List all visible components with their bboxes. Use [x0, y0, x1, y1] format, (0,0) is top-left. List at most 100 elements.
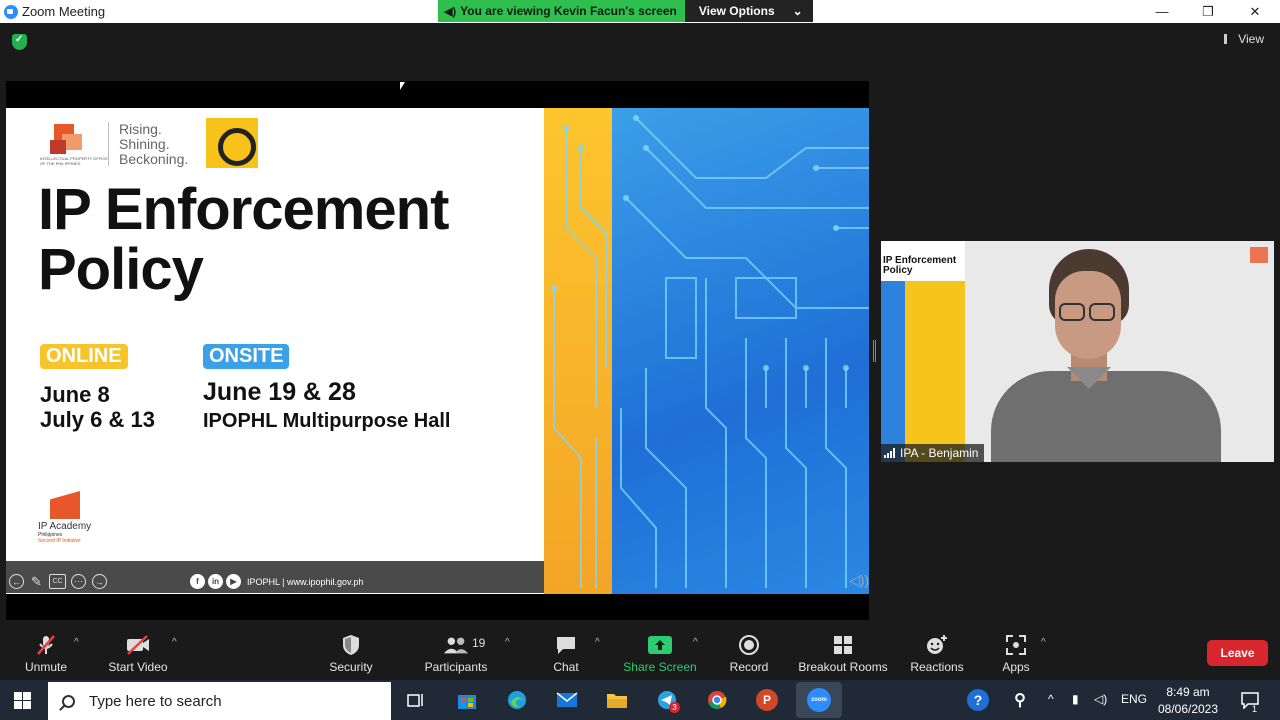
minimize-button[interactable]: —: [1139, 0, 1185, 23]
share-screen-label: Share Screen: [623, 660, 697, 674]
share-screen-button[interactable]: Share Screen: [620, 625, 700, 680]
more-options-icon[interactable]: ⋯: [71, 574, 86, 589]
share-options-caret-icon[interactable]: ^: [693, 637, 698, 648]
share-banner: ◀) You are viewing Kevin Facun's screen …: [438, 0, 813, 22]
chrome-icon[interactable]: [703, 686, 731, 714]
pen-icon[interactable]: ✎: [29, 574, 44, 589]
microsoft-store-icon[interactable]: [453, 686, 481, 714]
view-button-label: View: [1238, 32, 1264, 46]
zoom-taskbar-label: zoom: [807, 688, 831, 712]
clock-date: 08/06/2023: [1157, 702, 1219, 716]
participants-options-caret-icon[interactable]: ^: [505, 637, 510, 648]
security-shield-icon: [338, 634, 364, 656]
audio-options-caret-icon[interactable]: ^: [74, 637, 79, 648]
viewing-status: ◀) You are viewing Kevin Facun's screen: [438, 0, 685, 22]
breakout-rooms-button[interactable]: Breakout Rooms: [794, 625, 892, 680]
notification-count: 1: [1252, 704, 1258, 714]
windows-start-icon[interactable]: [14, 692, 31, 709]
battery-icon: ▮: [1072, 692, 1079, 706]
participant-video[interactable]: IP Enforcement Policy IPA - Benjamin: [881, 241, 1274, 462]
record-button[interactable]: Record: [727, 625, 771, 680]
shared-screen[interactable]: INTELLECTUAL PROPERTY OFFICE OF THE PHIL…: [6, 81, 869, 620]
thumb-title: IP Enforcement Policy: [883, 256, 956, 276]
signal-strength-icon: [884, 448, 895, 458]
chat-bubble-icon: [553, 634, 579, 656]
thumb-title-line: Policy: [883, 265, 913, 276]
slide-audio-icon: ◁)): [849, 572, 869, 588]
apps-options-caret-icon[interactable]: ^: [1041, 637, 1046, 648]
bagong-pilipinas-seal: [206, 118, 258, 168]
chat-options-caret-icon[interactable]: ^: [595, 637, 600, 648]
encryption-shield-icon[interactable]: [12, 34, 27, 50]
security-button[interactable]: Security: [326, 625, 376, 680]
help-icon[interactable]: ?: [964, 686, 992, 714]
panel-resize-handle[interactable]: [873, 340, 876, 362]
clock-time: 8:49 am: [1166, 685, 1210, 699]
window-title: Zoom Meeting: [22, 4, 106, 19]
tagline-line: Rising.: [119, 121, 162, 137]
close-button[interactable]: ✕: [1232, 0, 1278, 23]
onsite-dates: June 19 & 28: [203, 378, 356, 406]
online-date: June 8: [40, 382, 110, 407]
onsite-badge: ONSITE: [203, 344, 290, 369]
next-slide-icon[interactable]: →: [92, 574, 107, 589]
start-video-button[interactable]: Start Video: [104, 625, 172, 680]
captions-icon[interactable]: CC: [49, 574, 66, 589]
unmute-button[interactable]: Unmute: [20, 625, 72, 680]
show-hidden-icons-icon[interactable]: ^: [1048, 692, 1054, 706]
video-off-icon: [125, 634, 151, 656]
speaker-icon: ◀): [444, 5, 457, 18]
input-language[interactable]: ENG: [1121, 692, 1147, 706]
meeting-toolbar: Unmute ^ Start Video ^ Security Particip…: [0, 625, 1280, 680]
edge-browser-icon[interactable]: [503, 686, 531, 714]
volume-icon[interactable]: ◁): [1094, 692, 1107, 706]
academy-name: IP Academy: [38, 521, 92, 532]
smiley-plus-icon: [924, 634, 950, 656]
mail-icon[interactable]: [553, 686, 581, 714]
zoom-taskbar-icon[interactable]: zoom: [796, 682, 842, 718]
share-screen-icon: [647, 634, 673, 656]
leave-button[interactable]: Leave: [1207, 640, 1268, 666]
file-explorer-icon[interactable]: [603, 686, 631, 714]
chat-button[interactable]: Chat: [546, 625, 586, 680]
view-options-label: View Options: [698, 4, 775, 18]
chevron-down-icon: ⌄: [792, 4, 803, 18]
participants-button[interactable]: Participants: [420, 625, 492, 680]
participant-name: IPA - Benjamin: [900, 446, 979, 460]
powerpoint-label: P: [756, 689, 778, 711]
website-text: IPOPHL | www.ipophil.gov.ph: [247, 576, 364, 587]
video-options-caret-icon[interactable]: ^: [172, 637, 177, 648]
security-label: Security: [329, 660, 373, 674]
record-icon: [736, 634, 762, 656]
muted-microphone-icon: [33, 634, 59, 656]
slide-title: IP Enforcement Policy: [38, 177, 449, 300]
taskbar-clock[interactable]: 8:49 am 08/06/2023: [1152, 684, 1224, 718]
taskbar-search-box[interactable]: Type here to search: [48, 682, 391, 720]
unmute-label: Unmute: [24, 660, 68, 674]
logo-divider: [108, 122, 109, 166]
search-placeholder: Type here to search: [89, 692, 222, 710]
zoom-logo-icon: [4, 4, 18, 19]
slide-title-line: IP Enforcement: [38, 177, 449, 242]
task-view-icon[interactable]: [402, 686, 430, 714]
view-layout-icon: [1224, 34, 1232, 44]
onsite-venue: IPOPHL Multipurpose Hall: [203, 410, 451, 432]
view-options-button[interactable]: View Options ⌄: [684, 0, 813, 22]
record-label: Record: [729, 660, 769, 674]
start-video-label: Start Video: [108, 660, 168, 674]
youtube-icon: ▶: [226, 574, 241, 589]
apps-label: Apps: [1002, 660, 1030, 674]
previous-slide-icon[interactable]: ←: [9, 574, 24, 589]
participants-label: Participants: [424, 660, 488, 674]
apps-button[interactable]: Apps: [996, 625, 1036, 680]
view-button[interactable]: View: [1224, 32, 1264, 46]
participant-name-bar: IPA - Benjamin: [881, 444, 985, 462]
reactions-button[interactable]: Reactions: [906, 625, 968, 680]
people-icon[interactable]: ⚲: [1006, 686, 1034, 714]
reactions-label: Reactions: [910, 660, 964, 674]
notifications-icon[interactable]: [1236, 686, 1264, 714]
viewing-status-text: You are viewing Kevin Facun's screen: [460, 4, 677, 18]
powerpoint-icon[interactable]: P: [753, 686, 781, 714]
restore-button[interactable]: ❐: [1185, 0, 1231, 23]
video-background-slide: IP Enforcement Policy: [881, 241, 965, 462]
